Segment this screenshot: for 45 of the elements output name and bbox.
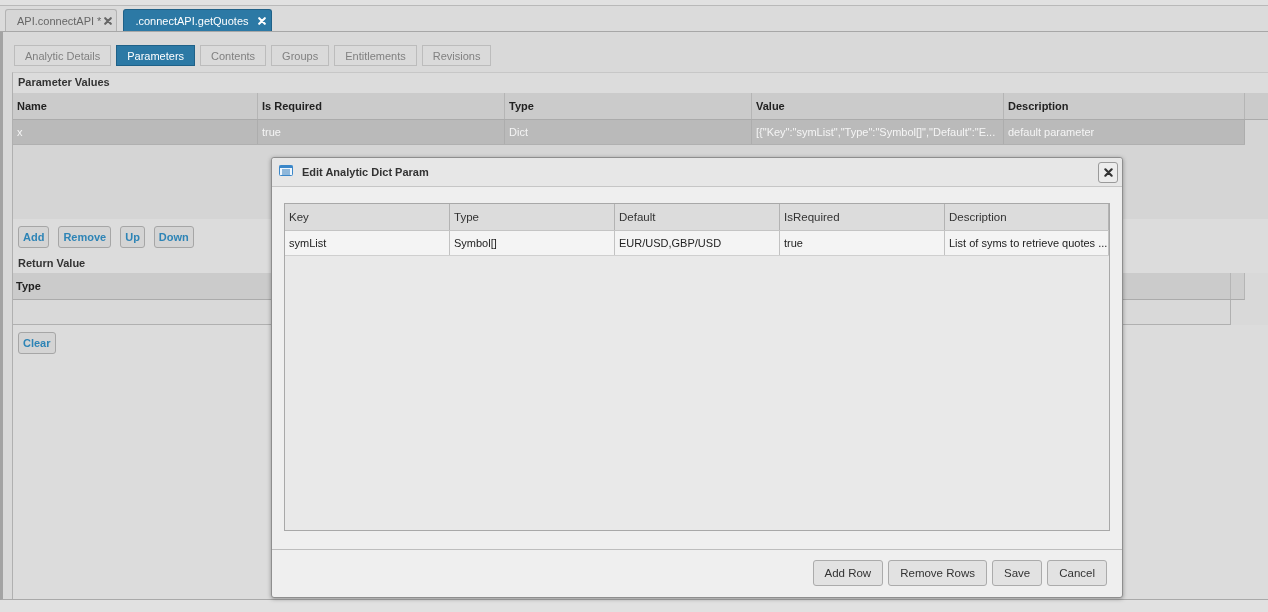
column-header: Key: [285, 204, 450, 230]
window-icon: [279, 164, 293, 176]
section-tab[interactable]: Revisions: [421, 45, 492, 66]
section-tab[interactable]: Entitlements: [334, 45, 417, 66]
column-header: Value: [752, 93, 1004, 119]
close-button[interactable]: [1098, 161, 1118, 183]
remove-rows-button[interactable]: Remove Rows: [888, 560, 987, 586]
section-tab[interactable]: Groups: [271, 45, 330, 66]
up-button[interactable]: Up: [120, 226, 145, 248]
table-cell: symList: [285, 231, 450, 255]
clear-button[interactable]: Clear: [18, 332, 56, 354]
table-cell: x: [13, 120, 258, 144]
section-title: Parameter Values: [17, 75, 110, 90]
remove-button[interactable]: Remove: [58, 226, 112, 248]
table-cell: Dict: [505, 120, 752, 144]
table-row[interactable]: symList Symbol[] EUR/USD,GBP/USD true List of syms to retrieve quotes ...: [285, 231, 1109, 256]
section-tab[interactable]: Parameters: [116, 45, 196, 66]
editor-tab[interactable]: API.connectAPI *: [5, 9, 118, 31]
close-icon[interactable]: [1103, 167, 1113, 177]
editor-tab[interactable]: .connectAPI.getQuotes: [123, 9, 272, 31]
table-cell: Symbol[]: [450, 231, 615, 255]
table-cell: EUR/USD,GBP/USD: [615, 231, 780, 255]
cancel-button[interactable]: Cancel: [1047, 560, 1107, 586]
down-button[interactable]: Down: [153, 226, 194, 248]
column-header: Is Required: [258, 93, 505, 119]
section-tab[interactable]: Contents: [200, 45, 267, 66]
table-row[interactable]: x true Dict [{"Key":"symList","Type":"Symbol[]","Default":"E... default parameter: [13, 120, 1245, 145]
add-button[interactable]: Add: [18, 226, 50, 248]
column-header: Default: [615, 204, 780, 230]
section-title: Return Value: [17, 256, 86, 271]
save-button[interactable]: Save: [991, 560, 1043, 586]
column-header: Name: [13, 93, 258, 119]
section-tab[interactable]: Analytic Details: [14, 45, 112, 66]
column-header: Type: [505, 93, 752, 119]
table-cell: true: [258, 120, 505, 144]
column-header: Type: [450, 204, 615, 230]
add-row-button[interactable]: Add Row: [812, 560, 884, 586]
table-cell: List of syms to retrieve quotes ...: [945, 231, 1109, 255]
column-header: Description: [945, 204, 1109, 230]
table-cell: true: [780, 231, 945, 255]
column-header: Description: [1004, 93, 1245, 119]
table-cell: default parameter: [1004, 120, 1245, 144]
column-header: IsRequired: [780, 204, 945, 230]
dialog-title: Edit Analytic Dict Param: [302, 166, 429, 178]
table-cell: [{"Key":"symList","Type":"Symbol[]","Default":"E...: [752, 120, 1004, 144]
